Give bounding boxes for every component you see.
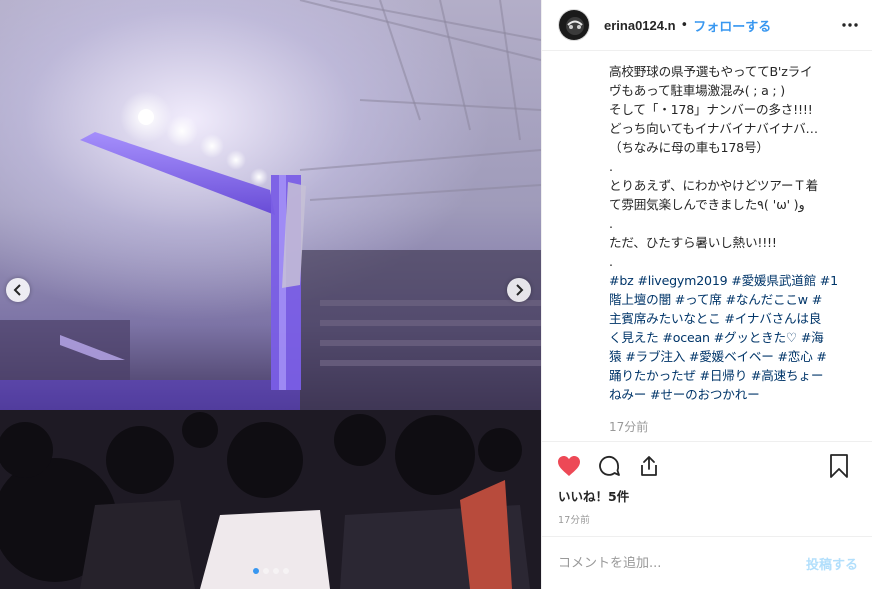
concert-scene-image <box>0 0 541 589</box>
hashtag-line[interactable]: ねみー #せーのおつかれー <box>609 385 852 404</box>
previous-photo-button[interactable] <box>6 278 30 302</box>
like-button[interactable] <box>556 453 582 479</box>
caption-line: ただ、ひたすら暑いし熱い!!!! <box>609 235 777 250</box>
caption-line: どっち向いてもイナバイナバイナバ… <box>609 121 818 136</box>
likes-count[interactable]: いいね！5件 <box>558 486 629 505</box>
carousel-dot <box>282 568 289 574</box>
caption-line: . <box>609 216 613 231</box>
more-options-button[interactable] <box>840 15 860 35</box>
share-icon <box>641 455 657 476</box>
caption-line: . <box>609 159 613 174</box>
share-button[interactable] <box>636 453 662 479</box>
save-button[interactable] <box>826 453 852 479</box>
comment-input[interactable] <box>558 555 806 571</box>
caption-line: そして「・178」ナンバーの多さ!!!! <box>609 102 813 117</box>
chevron-right-icon <box>516 284 524 296</box>
chevron-left-icon <box>13 284 21 296</box>
username-link[interactable]: erina0124.n <box>604 18 676 33</box>
caption-text: 高校野球の県予選もやっててB'zライ ヴもあって駐車場激混み( ; a ; ) … <box>609 62 852 404</box>
next-photo-button[interactable] <box>507 278 531 302</box>
carousel-indicator <box>0 568 541 574</box>
caption-line: て雰囲気楽しんできました٩( 'ω' )و <box>609 197 805 212</box>
comment-icon <box>599 455 620 476</box>
hashtag-line[interactable]: #bz #livegym2019 #愛媛県武道館 #1 <box>609 271 852 290</box>
avatar-image <box>559 10 589 40</box>
post-side-panel: erina0124.n • フォローする 高校野球の県予選もやっててB'zライ … <box>541 0 872 589</box>
hashtag-line[interactable]: く見えた #ocean #グッときた♡ #海 <box>609 328 852 347</box>
caption-line: 高校野球の県予選もやっててB'zライ <box>609 64 813 79</box>
carousel-dot <box>272 568 279 574</box>
caption-timestamp: 17分前 <box>609 420 649 434</box>
caption-area: 高校野球の県予選もやっててB'zライ ヴもあって駐車場激混み( ; a ; ) … <box>542 52 872 438</box>
caption-line: とりあえず、にわかやけどツアーＴ着 <box>609 178 819 193</box>
separator-dot: • <box>680 17 689 33</box>
hashtag-line[interactable]: 主賓席みたいなとこ #イナバさんは良 <box>609 309 852 328</box>
avatar[interactable] <box>558 9 590 41</box>
post-comment-button[interactable]: 投稿する <box>806 554 858 573</box>
post-timestamp[interactable]: 17分前 <box>558 512 590 526</box>
heart-icon <box>558 455 580 476</box>
hashtag-line[interactable]: 階上壇の闇 #って席 #なんだここw # <box>609 290 852 309</box>
comment-button[interactable] <box>596 453 622 479</box>
post-header: erina0124.n • フォローする <box>542 0 872 51</box>
caption-line: ヴもあって駐車場激混み( ; a ; ) <box>609 83 785 98</box>
carousel-dot <box>262 568 269 574</box>
hashtag-line[interactable]: 猿 #ラブ注入 #愛媛ベイベー #恋心 # <box>609 347 852 366</box>
carousel-dot <box>252 568 259 574</box>
more-horizontal-icon <box>842 23 858 27</box>
comment-form: 投稿する <box>542 536 872 589</box>
caption-line: . <box>609 254 613 269</box>
follow-button[interactable]: フォローする <box>693 16 771 35</box>
action-bar <box>542 441 872 489</box>
hashtag-line[interactable]: 踊りたかったぜ #日帰り #高速ちょー <box>609 366 852 385</box>
caption-line: （ちなみに母の車も178号） <box>609 140 769 155</box>
bookmark-icon <box>830 453 848 478</box>
post-photo[interactable] <box>0 0 541 589</box>
